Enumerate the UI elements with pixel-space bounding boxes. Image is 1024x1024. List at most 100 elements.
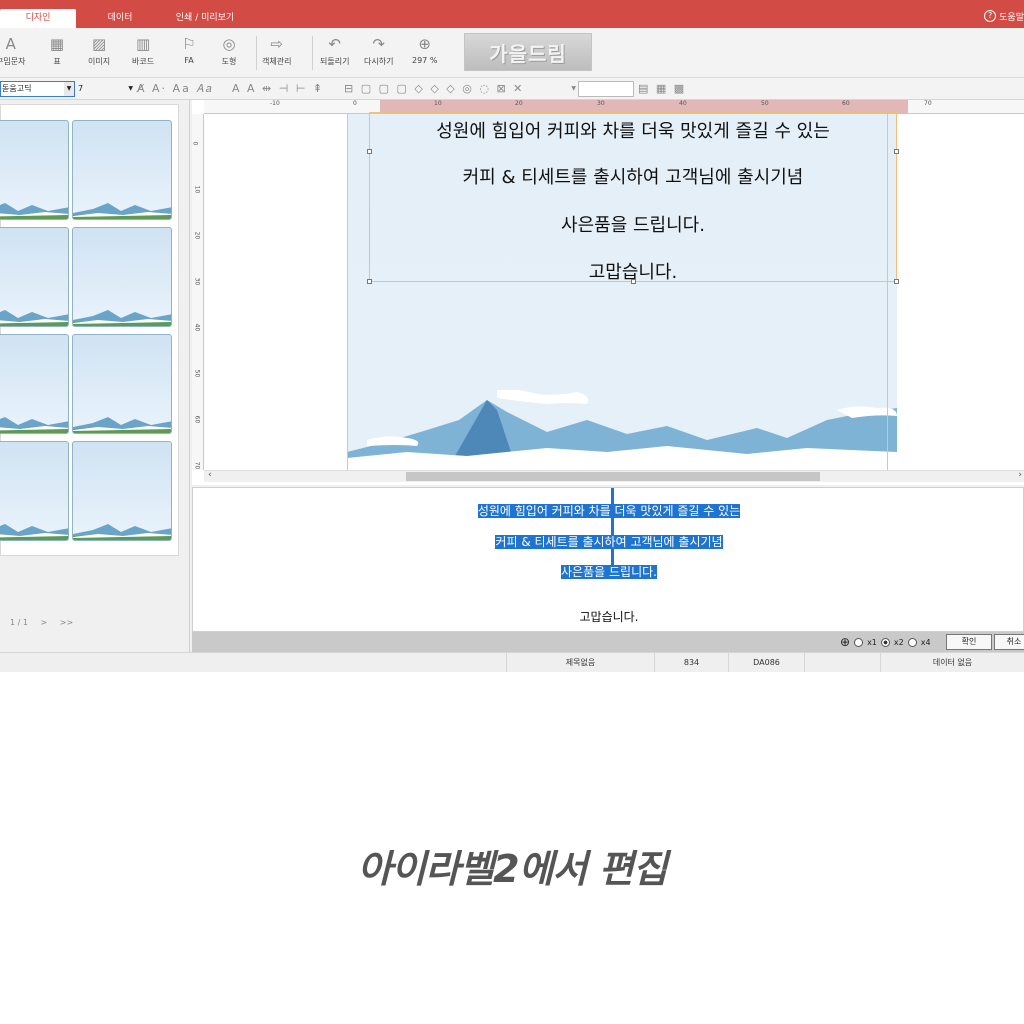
table-button[interactable]: ▦ 표	[46, 34, 68, 74]
template-thumbnail[interactable]	[0, 227, 69, 327]
template-thumbnail[interactable]	[0, 120, 69, 220]
editor-line[interactable]: 커피 & 티세트를 출시하여 고객님에 출시기념	[495, 535, 723, 549]
text-caret	[611, 488, 614, 566]
last-page-button[interactable]: >>	[60, 618, 73, 627]
template-thumbnail[interactable]	[72, 441, 172, 541]
barcode-button[interactable]: ▥ 바코드	[132, 34, 154, 74]
editor-line[interactable]: 고맙습니다.	[579, 610, 638, 624]
undo-icon: ↶	[328, 35, 341, 53]
resize-handle[interactable]	[894, 149, 899, 154]
chevron-down-icon: ▼	[128, 85, 133, 92]
table-icon: ▦	[49, 35, 65, 53]
brand-logo: 가을드림	[464, 33, 592, 71]
template-thumbnail[interactable]	[0, 334, 69, 434]
editor-line[interactable]: 성원에 힘입어 커피와 차를 더욱 맛있게 즐길 수 있는	[477, 504, 741, 518]
tab-bar: 디자인 데이터 인쇄 / 미리보기 ? 도움말	[0, 0, 1024, 28]
shape-icon: ◎	[222, 35, 236, 53]
template-thumbnail[interactable]	[72, 120, 172, 220]
template-thumbnail[interactable]	[72, 334, 172, 434]
zoom-x4-radio[interactable]	[907, 637, 917, 647]
ruler-tick-label: 50	[761, 100, 769, 107]
chevron-down-icon: ▼	[64, 82, 74, 96]
status-count: 834	[654, 653, 728, 672]
ruler-tick-label: 20	[193, 231, 201, 240]
zoom-x2-radio[interactable]	[880, 637, 890, 647]
margin-guide	[347, 114, 348, 470]
ruler-tick-label: 20	[515, 100, 523, 107]
zoom-x2-label: x2	[893, 637, 904, 647]
template-panel: 1 / 1 > >>	[0, 100, 190, 652]
object-manage-icon: ⇨	[270, 35, 283, 53]
status-code: DA086	[728, 653, 804, 672]
vertical-ruler: 0 10 20 30 40 50 60 70	[191, 114, 204, 470]
pager: 1 / 1 > >>	[10, 618, 83, 627]
template-thumbnail-list[interactable]	[0, 104, 179, 556]
ruler-tick-label: 50	[193, 369, 201, 378]
align-icons[interactable]: ⊟ ▢ ▢ ▢ ◇ ◇ ◇ ◎ ◌ ⊠ ✕	[344, 81, 524, 97]
status-bar: 제목없음 834 DA086 데이터 없음	[0, 652, 1024, 672]
ruler-tick-label: 70	[193, 461, 201, 470]
tab-print-preview[interactable]: 인쇄 / 미리보기	[162, 9, 248, 28]
ruler-tick-label: 40	[679, 100, 687, 107]
ruler-tick-label: 70	[924, 100, 932, 107]
decorated-text-button[interactable]: A 꾸밈문자	[0, 34, 25, 74]
zoom-button[interactable]: ⊕ 297 %	[412, 34, 437, 74]
ribbon-separator	[256, 36, 257, 70]
image-button[interactable]: ▨ 이미지	[88, 34, 110, 74]
fa-button[interactable]: ⚐ FA	[178, 34, 200, 74]
ribbon-toolbar: A 꾸밈문자 ▦ 표 ▨ 이미지 ▥ 바코드 ⚐ FA ◎ 도형 ⇨ 객체관리	[0, 28, 1024, 78]
format-bar: 돋움고딕 ▼ 7 ▼ A̸ A· Aa 𝐴𝑎 A A ⇹ ⊣ ⊢ ⇞ ⊟ ▢ ▢…	[0, 78, 1024, 100]
ruler-tick-label: 0	[353, 100, 357, 107]
ruler-tick-label: -10	[270, 100, 280, 107]
resize-handle[interactable]	[631, 279, 636, 284]
barcode-icon: ▥	[135, 35, 151, 53]
ruler-tick-label: 10	[434, 100, 442, 107]
text-effect-icons[interactable]: A A ⇹ ⊣ ⊢ ⇞	[232, 81, 324, 97]
ruler-tick-label: 0	[191, 141, 199, 146]
zoom-x1-radio[interactable]	[854, 637, 864, 647]
scroll-left-icon[interactable]: ‹	[208, 470, 212, 480]
template-thumbnail[interactable]	[72, 227, 172, 327]
layer-icons[interactable]: ▤ ▦ ▩	[638, 81, 686, 97]
undo-button[interactable]: ↶ 되돌리기	[320, 34, 349, 74]
scroll-right-icon[interactable]: ›	[1018, 470, 1022, 480]
horizontal-scrollbar[interactable]: ‹ ›	[204, 470, 1024, 482]
image-icon: ▨	[91, 35, 107, 53]
resize-handle[interactable]	[367, 279, 372, 284]
zoom-icon: ⊕	[418, 35, 431, 53]
resize-handle[interactable]	[894, 279, 899, 284]
cancel-button[interactable]: 취소	[994, 634, 1024, 650]
canvas-text-line: 사은품을 드립니다.	[561, 215, 705, 236]
page-indicator: 1 / 1	[10, 618, 28, 627]
font-size-select[interactable]: 7 ▼	[78, 81, 133, 97]
redo-button[interactable]: ↷ 다시하기	[364, 34, 393, 74]
resize-handle[interactable]	[367, 149, 372, 154]
canvas-text-line: 커피 & 티세트를 출시하여 고객님에 출시기념	[462, 167, 804, 188]
template-thumbnail[interactable]	[0, 441, 69, 541]
tab-design[interactable]: 디자인	[0, 9, 76, 28]
color-select[interactable]	[578, 81, 634, 97]
tab-data[interactable]: 데이터	[92, 9, 148, 28]
text-frame[interactable]: 성원에 힘입어 커피와 차를 더욱 맛있게 즐길 수 있는 커피 & 티세트를 …	[367, 112, 899, 284]
text-editor[interactable]: 성원에 힘입어 커피와 차를 더욱 맛있게 즐길 수 있는 커피 & 티세트를 …	[192, 487, 1024, 632]
design-canvas[interactable]: -10 0 10 20 30 40 50 60 70 0 10 20 30 40 50 60 70 성원에 힘…	[191, 100, 1024, 485]
line-style-select[interactable]: ▼	[520, 81, 576, 97]
help-icon: ?	[984, 10, 997, 22]
shape-button[interactable]: ◎ 도형	[218, 34, 240, 74]
editor-line[interactable]: 사은품을 드립니다.	[561, 565, 657, 579]
app-window: 디자인 데이터 인쇄 / 미리보기 ? 도움말 A 꾸밈문자 ▦ 표 ▨ 이미지…	[0, 0, 1024, 672]
help-button[interactable]: ? 도움말	[984, 8, 1024, 24]
font-family-select[interactable]: 돋움고딕 ▼	[0, 81, 75, 97]
decorated-text-icon: A	[5, 35, 16, 53]
canvas-text-line: 성원에 힘입어 커피와 차를 더욱 맛있게 즐길 수 있는	[436, 121, 830, 142]
next-page-button[interactable]: >	[41, 618, 48, 627]
redo-icon: ↷	[372, 35, 385, 53]
font-family-value: 돋움고딕	[2, 84, 32, 93]
confirm-button[interactable]: 확인	[946, 634, 992, 650]
zoom-x4-label: x4	[920, 637, 931, 647]
object-manage-button[interactable]: ⇨ 객체관리	[262, 34, 291, 74]
text-style-icons[interactable]: A̸ A· Aa 𝐴𝑎	[137, 81, 214, 97]
status-title: 제목없음	[506, 653, 654, 672]
status-empty	[804, 653, 880, 672]
scrollbar-thumb[interactable]	[406, 472, 820, 481]
